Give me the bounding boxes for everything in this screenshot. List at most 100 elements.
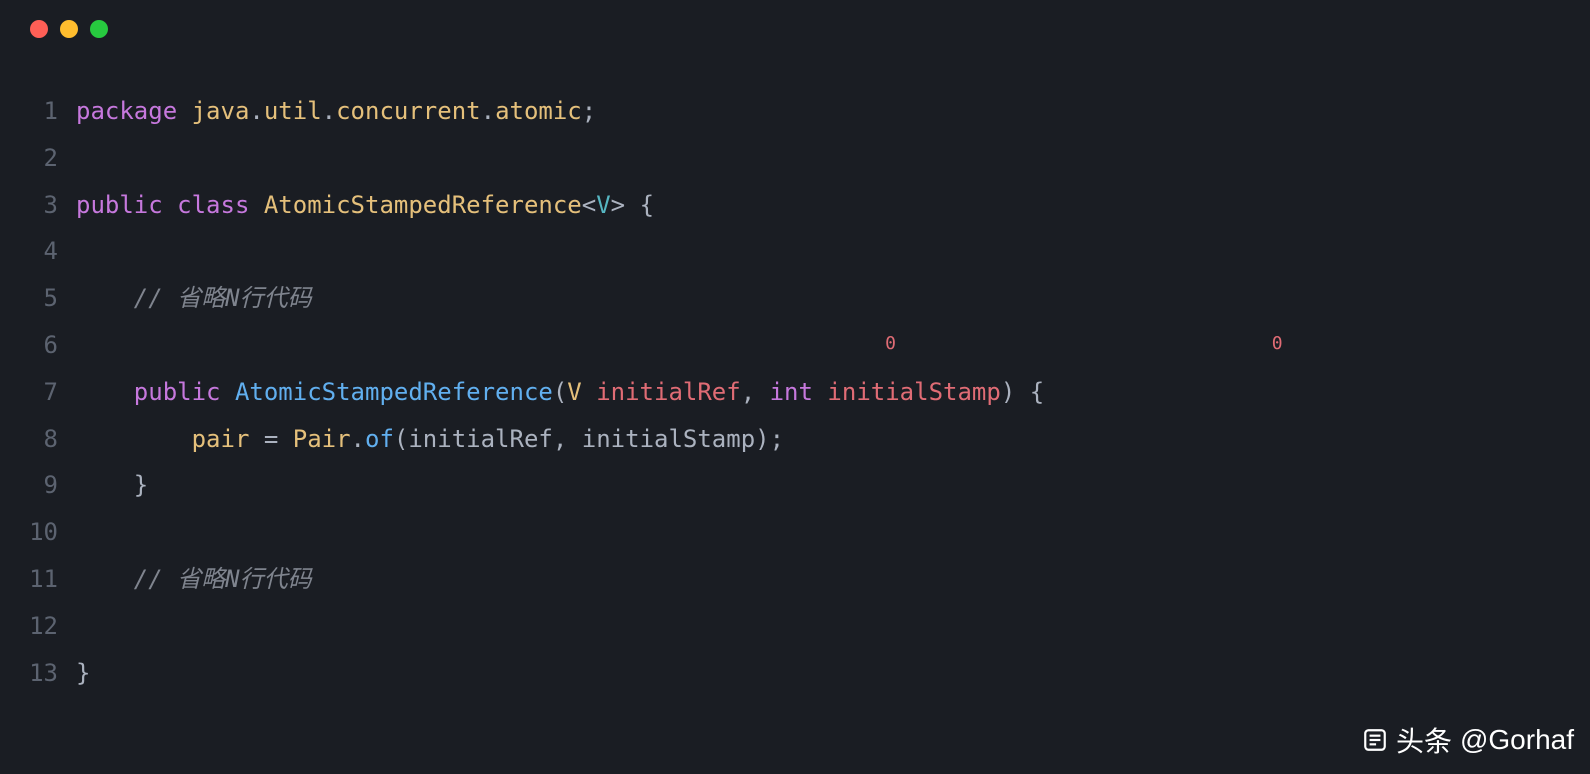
code-token (76, 331, 885, 359)
code-token: > (611, 191, 625, 219)
code-token (813, 378, 827, 406)
code-token (76, 425, 192, 453)
code-token: < (582, 191, 596, 219)
code-line: 6 0 0 (20, 322, 1570, 369)
code-line: 4 (20, 228, 1570, 275)
line-content[interactable]: pair = Pair.of(initialRef, initialStamp)… (76, 416, 1570, 463)
code-line: 5 // 省略N行代码 (20, 275, 1570, 322)
code-token: public (134, 378, 221, 406)
code-token (76, 284, 134, 312)
code-line: 11 // 省略N行代码 (20, 556, 1570, 603)
code-token: ) (1001, 378, 1015, 406)
code-line: 8 pair = Pair.of(initialRef, initialStam… (20, 416, 1570, 463)
code-token: pair (192, 425, 250, 453)
code-token: util (264, 97, 322, 125)
line-content[interactable]: } (76, 650, 1570, 697)
code-token (76, 471, 134, 499)
code-token: 0 (885, 333, 896, 354)
line-content[interactable]: public class AtomicStampedReference<V> { (76, 182, 1570, 229)
code-token: V (567, 378, 581, 406)
close-icon[interactable] (30, 20, 48, 38)
line-number: 8 (20, 416, 76, 463)
code-token: ; (582, 97, 596, 125)
code-token: . (481, 97, 495, 125)
code-token: , (553, 425, 567, 453)
line-content[interactable]: 0 0 (76, 322, 1570, 369)
code-token (163, 191, 177, 219)
line-number: 3 (20, 182, 76, 229)
code-token (177, 97, 191, 125)
code-token: , (741, 378, 755, 406)
line-number: 2 (20, 135, 76, 182)
code-line: 10 (20, 509, 1570, 556)
code-token (76, 378, 134, 406)
code-token (249, 425, 263, 453)
line-number: 4 (20, 228, 76, 275)
code-token: } (76, 659, 90, 687)
line-content[interactable]: public AtomicStampedReference(V initialR… (76, 369, 1570, 416)
code-token: Pair (293, 425, 351, 453)
toutiao-icon (1362, 727, 1388, 753)
line-content[interactable]: } (76, 462, 1570, 509)
code-token: of (365, 425, 394, 453)
code-token: // 省略N行代码 (134, 565, 312, 593)
code-token: ( (394, 425, 408, 453)
code-line: 7 public AtomicStampedReference(V initia… (20, 369, 1570, 416)
line-number: 13 (20, 650, 76, 697)
line-content[interactable] (76, 228, 1570, 275)
code-token: 0 (1272, 333, 1283, 354)
code-token: java (192, 97, 250, 125)
line-number: 11 (20, 556, 76, 603)
line-number: 7 (20, 369, 76, 416)
line-content[interactable]: // 省略N行代码 (76, 275, 1570, 322)
line-content[interactable] (76, 135, 1570, 182)
line-number: 9 (20, 462, 76, 509)
code-token: ; (770, 425, 784, 453)
code-token: . (322, 97, 336, 125)
code-token: . (351, 425, 365, 453)
minimize-icon[interactable] (60, 20, 78, 38)
code-editor[interactable]: 1package java.util.concurrent.atomic;23p… (0, 48, 1590, 716)
code-line: 2 (20, 135, 1570, 182)
line-number: 10 (20, 509, 76, 556)
code-token: initialRef (596, 378, 741, 406)
code-line: 13} (20, 650, 1570, 697)
maximize-icon[interactable] (90, 20, 108, 38)
code-token: } (134, 471, 148, 499)
code-token: ) (755, 425, 769, 453)
code-token (755, 378, 769, 406)
code-token: public (76, 191, 163, 219)
code-token: { (1030, 378, 1044, 406)
code-token (567, 425, 581, 453)
code-token (221, 378, 235, 406)
code-token: concurrent (336, 97, 481, 125)
line-number: 1 (20, 88, 76, 135)
watermark: 头条 @Gorhaf (1362, 720, 1574, 760)
code-token: atomic (495, 97, 582, 125)
code-token: . (249, 97, 263, 125)
window-controls (0, 0, 1590, 48)
line-content[interactable] (76, 603, 1570, 650)
code-token: = (264, 425, 278, 453)
watermark-handle: @Gorhaf (1460, 724, 1574, 756)
code-token: package (76, 97, 177, 125)
line-content[interactable]: package java.util.concurrent.atomic; (76, 88, 1570, 135)
code-token (278, 425, 292, 453)
code-token: int (770, 378, 813, 406)
code-token: ( (553, 378, 567, 406)
line-number: 5 (20, 275, 76, 322)
code-line: 3public class AtomicStampedReference<V> … (20, 182, 1570, 229)
code-token: AtomicStampedReference (264, 191, 582, 219)
code-token (1015, 378, 1029, 406)
code-token (249, 191, 263, 219)
line-number: 6 (20, 322, 76, 369)
line-content[interactable]: // 省略N行代码 (76, 556, 1570, 603)
code-line: 9 } (20, 462, 1570, 509)
code-token: initialStamp (827, 378, 1000, 406)
line-number: 12 (20, 603, 76, 650)
code-line: 1package java.util.concurrent.atomic; (20, 88, 1570, 135)
line-content[interactable] (76, 509, 1570, 556)
code-line: 12 (20, 603, 1570, 650)
watermark-brand: 头条 (1396, 720, 1452, 760)
code-token (582, 378, 596, 406)
